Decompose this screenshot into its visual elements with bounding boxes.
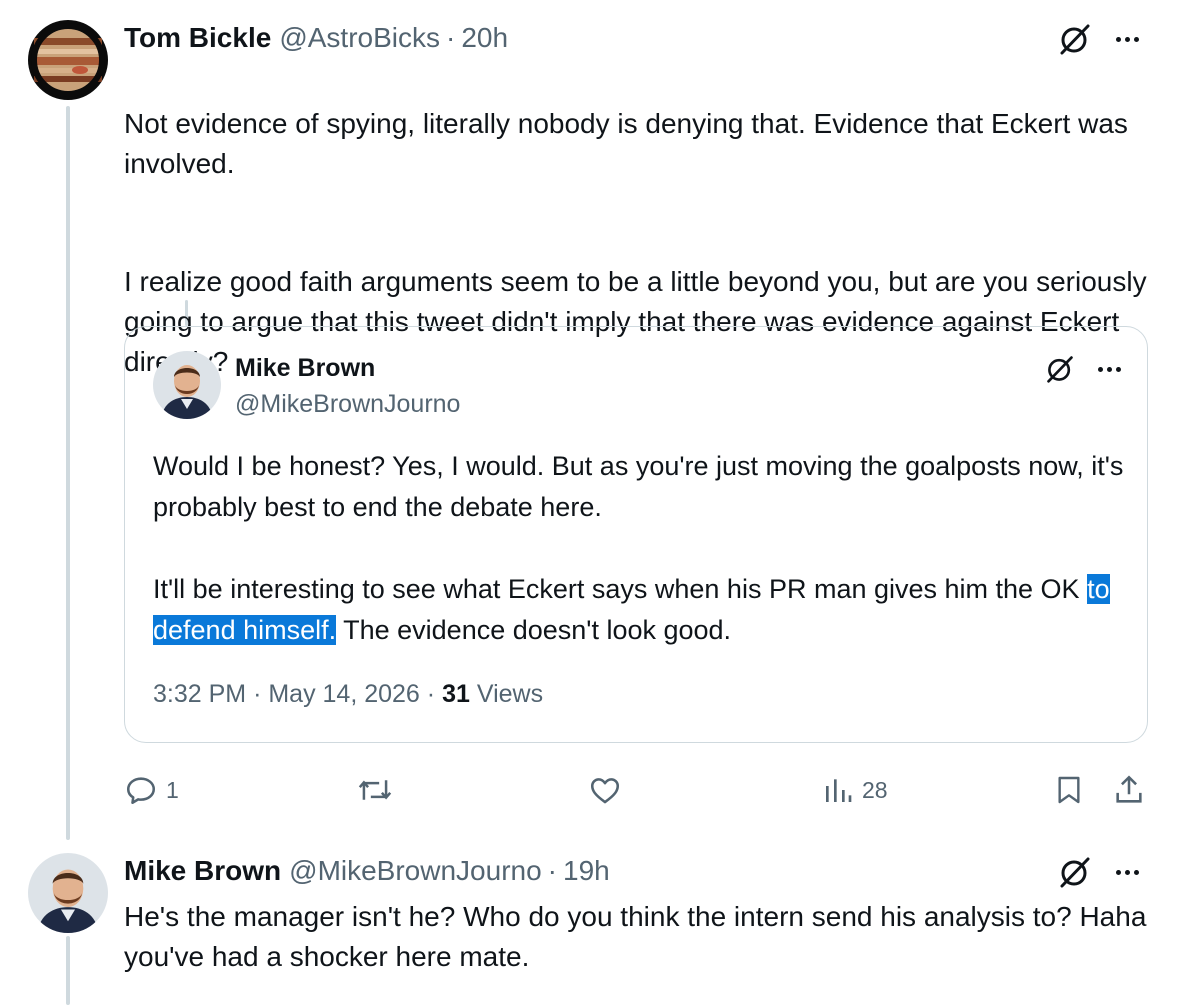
tweet1-handle[interactable]: @AstroBicks bbox=[279, 22, 440, 54]
tweet2-more-options-icon[interactable] bbox=[1116, 870, 1139, 875]
tweet2-grok-icon[interactable] bbox=[1058, 855, 1092, 889]
avatar-tom-bickle[interactable] bbox=[28, 20, 108, 100]
avatar-quote-mike-brown[interactable] bbox=[153, 351, 221, 419]
bookmark-button[interactable] bbox=[1053, 773, 1085, 807]
quote-display-name[interactable]: Mike Brown bbox=[235, 354, 375, 383]
quote-views-count: 31 bbox=[442, 680, 470, 708]
quote-separator-2: · bbox=[426, 680, 436, 708]
analytics-icon bbox=[826, 779, 852, 802]
quote-handle[interactable]: @MikeBrownJourno bbox=[235, 390, 460, 419]
quote-more-options-icon[interactable] bbox=[1098, 367, 1121, 372]
planet-avatar-icon bbox=[28, 20, 108, 100]
tweet2-time[interactable]: 19h bbox=[563, 855, 610, 887]
tweet1-header: Tom Bickle @AstroBicks · 20h bbox=[124, 22, 508, 54]
reply-button[interactable]: 1 bbox=[124, 773, 179, 807]
more-options-icon[interactable] bbox=[1116, 37, 1139, 42]
tweet2-display-name[interactable]: Mike Brown bbox=[124, 855, 281, 887]
quote-paragraph-2: It'll be interesting to see what Eckert … bbox=[153, 569, 1143, 651]
views-count: 28 bbox=[862, 776, 888, 803]
tweet2-separator: · bbox=[547, 855, 557, 886]
retweet-icon bbox=[358, 780, 392, 800]
reply-icon bbox=[126, 777, 156, 805]
like-button[interactable] bbox=[588, 773, 630, 807]
retweet-button[interactable] bbox=[357, 773, 401, 807]
quote-text: Would I be honest? Yes, I would. But as … bbox=[153, 446, 1143, 651]
tweet2-header: Mike Brown @MikeBrownJourno · 19h bbox=[124, 855, 610, 887]
share-icon bbox=[1116, 775, 1142, 803]
quote-metadata: 3:32 PM · May 14, 2026 · 31 Views bbox=[153, 680, 543, 709]
tweet2-handle[interactable]: @MikeBrownJourno bbox=[289, 855, 542, 887]
heart-icon bbox=[590, 778, 620, 804]
quote-views-label: Views bbox=[476, 680, 544, 708]
person-avatar-icon bbox=[28, 853, 108, 933]
person-avatar-icon bbox=[153, 351, 221, 419]
quote-paragraph-2-after: The evidence doesn't look good. bbox=[336, 615, 732, 645]
quote-separator-1: · bbox=[253, 680, 262, 708]
avatar-mike-brown[interactable] bbox=[28, 853, 108, 933]
quote-time[interactable]: 3:32 PM bbox=[153, 680, 246, 708]
tweet1-time[interactable]: 20h bbox=[461, 22, 508, 54]
thread-line-top bbox=[66, 106, 70, 840]
tweet1-separator: · bbox=[445, 22, 456, 53]
quote-grok-icon[interactable] bbox=[1045, 354, 1075, 384]
grok-icon[interactable] bbox=[1058, 22, 1092, 56]
reply-count: 1 bbox=[166, 776, 179, 803]
tweet2-text: He's the manager isn't he? Who do you th… bbox=[124, 901, 1147, 972]
bookmark-icon bbox=[1058, 776, 1080, 804]
tweet1-display-name[interactable]: Tom Bickle bbox=[124, 22, 271, 54]
quote-paragraph-1: Would I be honest? Yes, I would. But as … bbox=[153, 451, 1124, 522]
quote-paragraph-2-before: It'll be interesting to see what Eckert … bbox=[153, 574, 1088, 604]
share-button[interactable] bbox=[1112, 773, 1146, 807]
thread-line-bottom bbox=[66, 936, 70, 1005]
quote-date[interactable]: May 14, 2026 bbox=[268, 680, 420, 708]
tweet1-paragraph-1: Not evidence of spying, literally nobody… bbox=[124, 108, 1128, 179]
views-button[interactable]: 28 bbox=[822, 773, 888, 807]
